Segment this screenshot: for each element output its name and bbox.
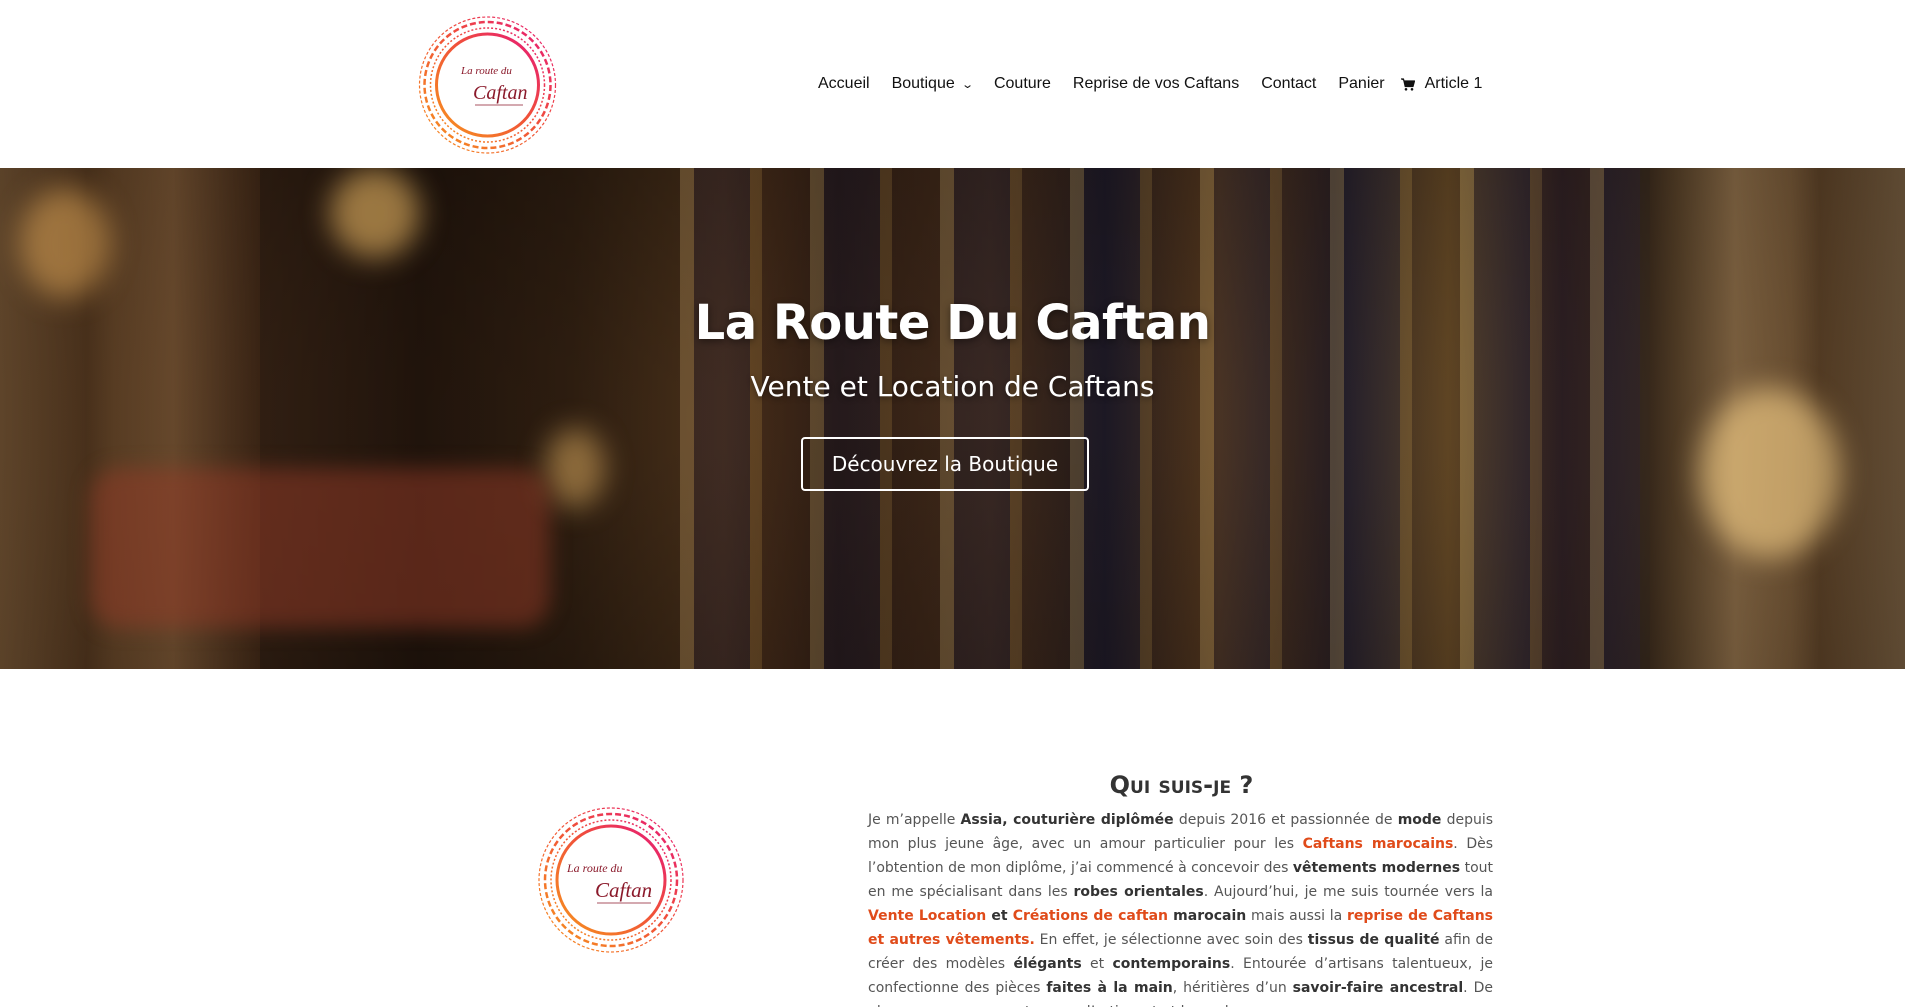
emphasis-text: vêtements modernes — [1292, 860, 1461, 876]
site-logo[interactable]: La route du Caftan — [415, 14, 560, 156]
highlight-link[interactable]: Vente Location — [868, 908, 986, 924]
paragraph-text: et — [1081, 956, 1113, 972]
hero-banner: La Route Du Caftan Vente et Location de … — [0, 168, 1905, 669]
chevron-down-icon: ⌄ — [960, 78, 974, 91]
cart-count-label: Article 1 — [1424, 75, 1483, 92]
nav-contact-label: Contact — [1261, 75, 1317, 92]
nav-reprise-label: Reprise de vos Caftans — [1072, 75, 1240, 92]
discover-shop-button[interactable]: Découvrez la Boutique — [801, 437, 1089, 491]
about-title: Qui suis-je ? — [1109, 771, 1254, 799]
hero-title: La Route Du Caftan — [694, 295, 1211, 351]
hero-subtitle: Vente et Location de Caftans — [750, 370, 1155, 403]
highlight-link[interactable]: Créations de caftan — [1013, 908, 1168, 924]
nav-reprise[interactable]: Reprise de vos Caftans — [1073, 75, 1239, 93]
hero-bg-sofa — [90, 468, 550, 628]
emphasis-text: contemporains — [1112, 956, 1231, 972]
emphasis-text: tissus de qualité — [1307, 932, 1440, 948]
nav-panier-label: Panier — [1338, 75, 1385, 92]
emphasis-text: mode — [1397, 812, 1442, 828]
hero-bg-caftans — [680, 168, 1640, 669]
nav-couture-label: Couture — [993, 75, 1051, 92]
emphasis-text: et — [986, 908, 1013, 924]
nav-boutique-label: Boutique — [891, 75, 955, 92]
emphasis-text: savoir-faire ancestral — [1292, 980, 1464, 996]
paragraph-text: En effet, je sélectionne avec soin des — [1034, 932, 1308, 948]
highlight-link[interactable]: Caftans marocains — [1303, 836, 1454, 852]
main-nav: Accueil Boutique ⌄ Couture Reprise de vos… — [818, 72, 1482, 96]
logo-line1: La route du — [460, 65, 512, 77]
site-header: La route du Caftan Accueil Boutique ⌄ Cou… — [0, 0, 1905, 168]
about-logo-line2: Caftan — [595, 878, 652, 902]
emphasis-text: élégants — [1013, 956, 1082, 972]
paragraph-text: mais aussi la — [1246, 908, 1347, 924]
paragraph-text: , héritières d’un — [1172, 980, 1293, 996]
cart-icon — [1400, 77, 1415, 91]
about-paragraph: Je m’appelle Assia, couturière diplômée … — [868, 808, 1493, 1007]
nav-boutique[interactable]: Boutique ⌄ — [891, 75, 974, 93]
hero-bg-lamp — [545, 428, 605, 508]
logo-line2: Caftan — [473, 82, 527, 104]
paragraph-text: . Aujourd’hui, je me suis tournée vers l… — [1203, 884, 1493, 900]
nav-accueil-label: Accueil — [818, 75, 870, 92]
paragraph-text: Je m’appelle — [868, 812, 961, 828]
about-logo-line1: La route du — [566, 861, 623, 875]
emphasis-text: robes orientales — [1073, 884, 1204, 900]
paragraph-text: depuis 2016 et passionnée de — [1173, 812, 1398, 828]
hero-bg-lamp — [330, 168, 420, 258]
logo-mandala-icon: La route du Caftan — [538, 807, 684, 953]
emphasis-text: marocain — [1168, 908, 1247, 924]
nav-contact[interactable]: Contact — [1261, 75, 1316, 93]
emphasis-text: Assia, couturière diplômée — [960, 812, 1174, 828]
hero-bg-lamp — [1700, 388, 1840, 558]
emphasis-text: faites à la main — [1046, 980, 1173, 996]
nav-couture[interactable]: Couture — [994, 75, 1051, 93]
nav-accueil[interactable]: Accueil — [818, 75, 870, 93]
hero-bg-lamp — [20, 188, 110, 298]
about-logo: La route du Caftan — [535, 804, 687, 956]
logo-mandala-icon: La route du Caftan — [418, 16, 557, 154]
nav-panier[interactable]: Panier — [1338, 75, 1384, 93]
cart-link[interactable]: Article 1 — [1400, 75, 1483, 93]
